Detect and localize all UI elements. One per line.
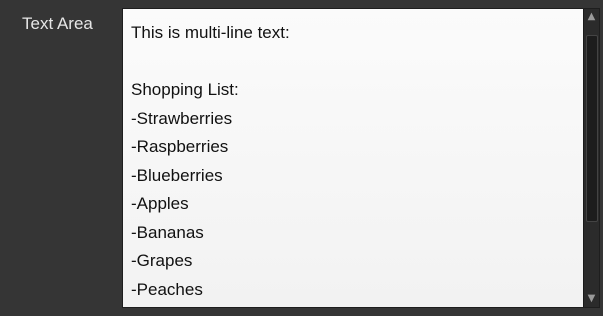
chevron-down-icon[interactable]: ▼ bbox=[584, 291, 599, 307]
text-area-form-row: Text Area This is multi-line text: Shopp… bbox=[0, 0, 603, 316]
vertical-scrollbar[interactable]: ▲ ▼ bbox=[583, 9, 599, 307]
text-area-content[interactable]: This is multi-line text: Shopping List: … bbox=[123, 9, 583, 307]
text-area-label: Text Area bbox=[22, 14, 93, 33]
text-area-field[interactable]: This is multi-line text: Shopping List: … bbox=[122, 8, 600, 308]
scrollbar-thumb[interactable] bbox=[586, 35, 598, 222]
chevron-up-icon[interactable]: ▲ bbox=[584, 9, 599, 25]
